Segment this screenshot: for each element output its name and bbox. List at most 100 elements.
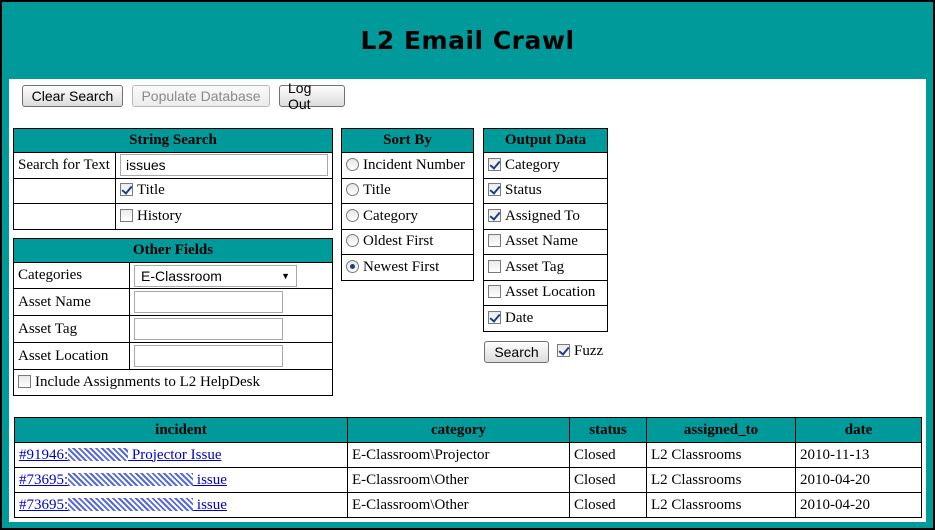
- radio-icon[interactable]: [346, 157, 359, 171]
- fuzz-label: Fuzz: [574, 343, 604, 359]
- sort-option-label: Incident Number: [363, 156, 466, 173]
- other-fields-panel: Other Fields Categories E-Classroom ▼ As…: [13, 238, 333, 396]
- categories-select[interactable]: E-Classroom ▼: [134, 264, 297, 287]
- radio-selected-icon[interactable]: [346, 259, 359, 273]
- table-row: #73695: issue E-Classroom\Other Closed L…: [14, 467, 922, 493]
- incident-title: issue: [193, 471, 227, 488]
- output-option[interactable]: Asset Tag: [483, 254, 608, 281]
- assigned-to-cell: L2 Classrooms: [646, 492, 796, 518]
- sort-option[interactable]: Incident Number: [341, 152, 474, 179]
- clear-search-button[interactable]: Clear Search: [22, 85, 123, 107]
- output-data-header: Output Data: [483, 128, 608, 153]
- sort-option-label: Oldest First: [363, 233, 434, 250]
- string-search-panel: String Search Search for Text issues Tit…: [13, 128, 333, 230]
- checkbox[interactable]: [488, 234, 501, 248]
- incident-link[interactable]: #73695: issue: [19, 472, 227, 488]
- asset-tag-input[interactable]: [134, 318, 283, 340]
- sort-option[interactable]: Category: [341, 203, 474, 230]
- category-cell: E-Classroom\Projector: [347, 442, 570, 468]
- column-header-date[interactable]: date: [795, 417, 922, 443]
- main-content: Clear Search Populate Database Log Out S…: [9, 79, 926, 522]
- sort-option[interactable]: Oldest First: [341, 228, 474, 255]
- table-row: #91946: Projector Issue E-Classroom\Proj…: [14, 442, 922, 468]
- date-cell: 2010-04-20: [795, 467, 922, 493]
- output-option-label: Date: [505, 309, 534, 326]
- output-option-label: Category: [505, 156, 560, 173]
- radio-icon[interactable]: [346, 208, 359, 222]
- app-frame: L2 Email Crawl Clear Search Populate Dat…: [2, 2, 933, 528]
- column-header-category[interactable]: category: [347, 417, 570, 443]
- fuzz-option[interactable]: Fuzz: [557, 343, 603, 360]
- populate-database-button[interactable]: Populate Database: [132, 85, 270, 107]
- categories-label: Categories: [13, 262, 130, 289]
- fuzz-checkbox[interactable]: [557, 344, 570, 357]
- incident-title: Projector Issue: [128, 446, 222, 463]
- categories-value: E-Classroom: [141, 267, 222, 284]
- asset-location-label: Asset Location: [13, 342, 130, 370]
- search-text-input[interactable]: issues: [120, 154, 328, 177]
- incident-link[interactable]: #73695: issue: [19, 497, 227, 513]
- empty-cell: [13, 177, 116, 204]
- checkbox-checked[interactable]: [488, 157, 501, 171]
- incident-title: issue: [193, 496, 227, 513]
- output-option-label: Asset Name: [505, 233, 578, 250]
- include-helpdesk-checkbox[interactable]: [18, 375, 31, 388]
- app-title: L2 Email Crawl: [360, 26, 575, 55]
- asset-name-input[interactable]: [134, 291, 283, 313]
- history-checkbox[interactable]: [120, 208, 133, 222]
- column-header-incident[interactable]: incident: [14, 417, 348, 443]
- title-checkbox-label: Title: [137, 182, 165, 199]
- search-button[interactable]: Search: [484, 341, 549, 363]
- empty-cell: [13, 203, 116, 230]
- output-option-label: Assigned To: [505, 207, 580, 224]
- output-option[interactable]: Category: [483, 152, 608, 179]
- sort-by-panel: Sort By Incident Number Title Category O…: [341, 128, 474, 281]
- checkbox[interactable]: [488, 259, 501, 273]
- asset-name-label: Asset Name: [13, 288, 130, 316]
- status-cell: Closed: [569, 467, 647, 493]
- title-checkbox[interactable]: [120, 183, 133, 197]
- incident-link[interactable]: #91946: Projector Issue: [19, 447, 221, 463]
- results-table: incident category status assigned_to dat…: [14, 417, 922, 518]
- asset-location-input[interactable]: [134, 345, 283, 367]
- checkbox-checked[interactable]: [488, 183, 501, 197]
- string-search-header: String Search: [13, 128, 333, 153]
- status-cell: Closed: [569, 442, 647, 468]
- assigned-to-cell: L2 Classrooms: [646, 442, 796, 468]
- column-header-assigned-to[interactable]: assigned_to: [646, 417, 796, 443]
- output-option-label: Asset Tag: [505, 258, 565, 275]
- radio-icon[interactable]: [346, 183, 359, 197]
- incident-number: #73695:: [19, 471, 69, 488]
- output-data-panel: Output Data Category Status Assigned To …: [483, 128, 608, 332]
- output-option[interactable]: Asset Location: [483, 279, 608, 306]
- radio-icon[interactable]: [346, 234, 359, 248]
- history-checkbox-label: History: [137, 207, 182, 224]
- redacted-text: [68, 497, 194, 511]
- output-option-label: Status: [505, 182, 542, 199]
- assigned-to-cell: L2 Classrooms: [646, 467, 796, 493]
- output-option[interactable]: Status: [483, 177, 608, 204]
- column-header-status[interactable]: status: [569, 417, 647, 443]
- other-fields-header: Other Fields: [13, 238, 333, 263]
- sort-option[interactable]: Title: [341, 177, 474, 204]
- sort-by-header: Sort By: [341, 128, 474, 153]
- sort-option-label: Title: [363, 182, 391, 199]
- log-out-button[interactable]: Log Out: [279, 80, 345, 112]
- output-option[interactable]: Asset Name: [483, 228, 608, 255]
- checkbox-checked[interactable]: [488, 208, 501, 222]
- date-cell: 2010-11-13: [795, 442, 922, 468]
- incident-number: #73695:: [19, 496, 69, 513]
- sort-option[interactable]: Newest First: [341, 254, 474, 281]
- checkbox-checked[interactable]: [488, 310, 501, 324]
- incident-number: #91946:: [19, 446, 69, 463]
- category-cell: E-Classroom\Other: [347, 467, 570, 493]
- sort-option-label: Category: [363, 207, 418, 224]
- redacted-text: [68, 447, 129, 461]
- output-option-label: Asset Location: [505, 284, 596, 301]
- category-cell: E-Classroom\Other: [347, 492, 570, 518]
- table-row: #73695: issue E-Classroom\Other Closed L…: [14, 492, 922, 518]
- checkbox[interactable]: [488, 285, 501, 299]
- output-option[interactable]: Assigned To: [483, 203, 608, 230]
- output-option[interactable]: Date: [483, 305, 608, 332]
- search-text-label: Search for Text: [13, 152, 116, 179]
